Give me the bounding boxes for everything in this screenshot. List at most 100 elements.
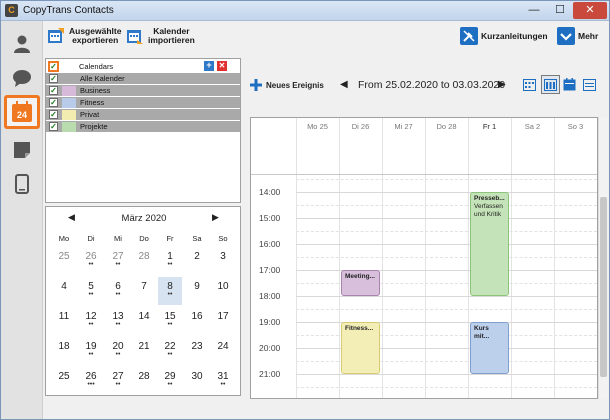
mini-calendar-day[interactable]: 29 •• (158, 367, 182, 395)
half-hour-line (296, 257, 597, 258)
day-number: 7 (141, 281, 147, 292)
mini-calendar-day[interactable]: 4 (52, 277, 76, 305)
calendar-item-checkbox[interactable]: ✓ (49, 86, 58, 95)
sidebar-item-notes[interactable] (4, 133, 40, 167)
mini-calendar-day[interactable]: 9 (185, 277, 209, 305)
mini-calendar-day[interactable]: 17 (211, 307, 235, 335)
sidebar-item-contacts[interactable] (4, 27, 40, 61)
calendar-list-header: ✓ Calendars + ✕ (46, 61, 240, 72)
day-number: 31 (217, 371, 229, 382)
scrollbar-thumb[interactable] (600, 197, 607, 377)
mini-calendar-day[interactable]: 12 •• (79, 307, 103, 335)
mini-calendar-day[interactable]: 27 •• (106, 367, 130, 395)
mini-calendar-day[interactable]: 2 (185, 247, 209, 275)
calendar-color-swatch (62, 97, 76, 108)
minimize-button[interactable]: — (521, 2, 547, 19)
half-hour-line (296, 231, 597, 232)
mini-calendar-day[interactable]: 31 •• (211, 367, 235, 395)
mini-calendar-day[interactable]: 22 •• (158, 337, 182, 365)
sidebar-item-phone[interactable] (4, 167, 40, 201)
day-number: 16 (191, 311, 203, 322)
event-dots: •• (167, 321, 173, 328)
day-view-button[interactable] (523, 78, 536, 91)
mini-calendar-day[interactable]: 5 •• (79, 277, 103, 305)
week-view-scrollbar[interactable] (598, 117, 608, 399)
event-title: Presseb... (474, 195, 505, 202)
day-number: 21 (138, 341, 150, 352)
mini-calendar-day[interactable]: 6 •• (106, 277, 130, 305)
calendar-item-checkbox[interactable]: ✓ (49, 110, 58, 119)
mini-calendar-day[interactable]: 28 (132, 247, 156, 275)
mini-calendar-day[interactable]: 13 •• (106, 307, 130, 335)
mini-calendar-day[interactable]: 24 (211, 337, 235, 365)
calendar-item-checkbox[interactable]: ✓ (49, 74, 58, 83)
date-range-label: From 25.02.2020 to 03.03.2020 (358, 79, 506, 91)
mini-calendar-day[interactable]: 15 •• (158, 307, 182, 335)
mini-calendar-day[interactable]: 10 (211, 277, 235, 305)
mini-calendar-next-button[interactable]: ▶ (212, 212, 219, 223)
new-event-button[interactable]: Neues Ereignis (250, 79, 324, 91)
mini-calendar-day[interactable]: 26 •• (79, 247, 103, 275)
add-calendar-button[interactable]: + (204, 61, 214, 71)
list-view-button[interactable] (583, 78, 596, 91)
mini-calendar-day[interactable]: 28 (132, 367, 156, 395)
week-view-button[interactable] (541, 75, 560, 94)
mini-calendar-day[interactable]: 21 (132, 337, 156, 365)
event-dots: •• (88, 291, 94, 298)
remove-calendar-button[interactable]: ✕ (217, 61, 227, 71)
week-view: Mo 25 Di 26 Mi 27 Do 28 Fr 1 Sa 2 So 3 14:00 15:… (250, 117, 598, 399)
calendar-item[interactable]: ✓ Projekte (46, 121, 240, 132)
mini-calendar-day[interactable]: 7 (132, 277, 156, 305)
maximize-button[interactable]: ☐ (547, 2, 573, 19)
select-all-checkbox[interactable]: ✓ (48, 61, 59, 72)
prev-week-button[interactable]: ◀ (340, 79, 348, 90)
mini-calendar-day[interactable]: 18 (52, 337, 76, 365)
month-view-button[interactable] (563, 78, 576, 91)
calendar-event[interactable]: Meeting... (341, 270, 380, 296)
calendar-event[interactable]: Fitness... (341, 322, 380, 374)
export-selected-button[interactable]: Ausgewählte exportieren (47, 27, 121, 45)
weekday-label: So (218, 234, 228, 243)
mini-calendar-day[interactable]: 14 (132, 307, 156, 335)
event-detail: Verfassen (474, 203, 503, 210)
mini-calendar-day[interactable]: 3 (211, 247, 235, 275)
calendar-item[interactable]: ✓ Alle Kalender (46, 73, 240, 84)
import-calendar-button[interactable]: Kalender importieren (126, 27, 195, 45)
mini-calendar-day[interactable]: 16 (185, 307, 209, 335)
mini-calendar-day[interactable]: 20 •• (106, 337, 130, 365)
quick-guides-button[interactable]: Kurzanleitungen (460, 27, 548, 45)
day-column-divider (511, 118, 512, 398)
day-number: 25 (58, 251, 70, 262)
next-week-button[interactable]: ▶ (498, 79, 506, 90)
contacts-icon (14, 35, 30, 53)
event-dots: •• (115, 321, 121, 328)
mini-calendar-day[interactable]: 27 •• (106, 247, 130, 275)
mini-calendar-day[interactable]: 8 •• (158, 277, 182, 305)
sidebar-item-messages[interactable] (4, 61, 40, 95)
day-number: 4 (61, 281, 67, 292)
mini-calendar-day[interactable]: 25 (52, 247, 76, 275)
mini-calendar-day[interactable]: 30 (185, 367, 209, 395)
mini-calendar-day[interactable]: 11 (52, 307, 76, 335)
calendar-icon-label: 24 (17, 110, 27, 120)
calendar-item-checkbox[interactable]: ✓ (49, 98, 58, 107)
more-button[interactable]: Mehr (557, 27, 598, 45)
calendar-event[interactable]: Kurs mit... (470, 322, 509, 374)
calendar-item-checkbox[interactable]: ✓ (49, 122, 58, 131)
mini-calendar-day[interactable]: 23 (185, 337, 209, 365)
mini-calendar-day[interactable]: 19 •• (79, 337, 103, 365)
day-number: 8 (167, 281, 173, 292)
day-number: 15 (164, 311, 176, 322)
day-column-divider (468, 118, 469, 398)
weekday-label: Sa (192, 234, 202, 243)
calendar-item[interactable]: ✓ Business (46, 85, 240, 96)
calendar-item[interactable]: ✓ Privat (46, 109, 240, 120)
sidebar-item-calendar[interactable]: 24 (4, 95, 40, 129)
mini-calendar-day[interactable]: 25 (52, 367, 76, 395)
tools-icon (460, 27, 478, 45)
mini-calendar-day[interactable]: 1 •• (158, 247, 182, 275)
calendar-item[interactable]: ✓ Fitness (46, 97, 240, 108)
close-button[interactable]: ✕ (573, 2, 607, 19)
calendar-event[interactable]: Presseb... Verfassen und Kritik (470, 192, 509, 296)
mini-calendar-day[interactable]: 26 ••• (79, 367, 103, 395)
